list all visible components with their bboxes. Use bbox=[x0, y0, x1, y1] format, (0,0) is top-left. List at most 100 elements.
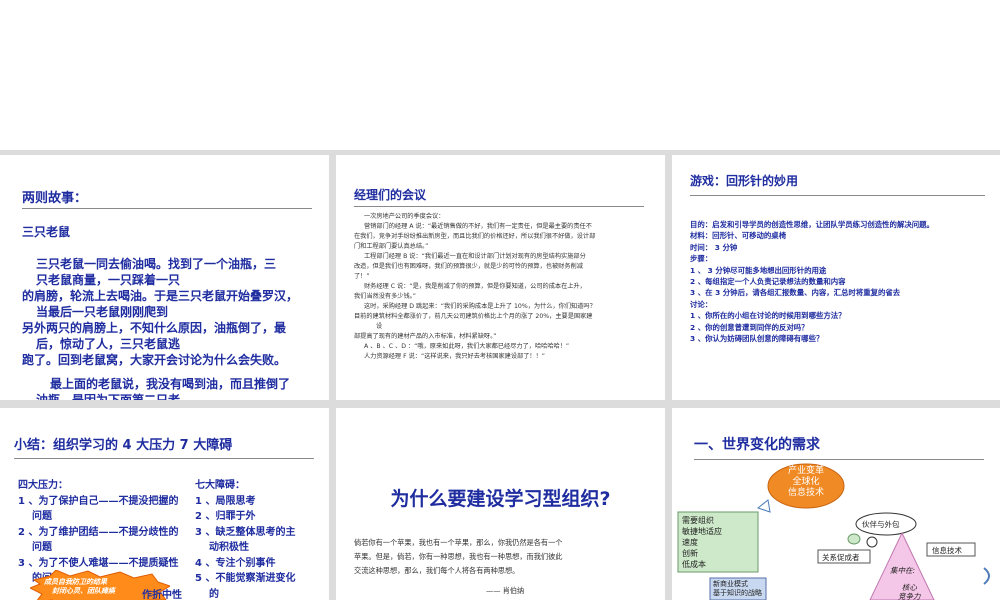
new-biz-line: 新商业模式 bbox=[713, 580, 748, 588]
quote-line: 倘若你有一个苹果，我也有一个苹果，那么，你我仍然是各有一个 bbox=[354, 538, 563, 547]
pressure-item: 3 、为了不使人难堪——不提质疑性 bbox=[18, 557, 179, 569]
pressures-heading: 四大压力： bbox=[18, 480, 68, 491]
quote-line: 交流这种思想，那么，我们每个人将各有两种思想。 bbox=[354, 566, 520, 575]
new-biz-label: 新商业模式 基于知识的战略 bbox=[713, 580, 762, 598]
focus-label: 集中在: bbox=[890, 566, 916, 575]
instruction-line: 步骤： bbox=[690, 254, 713, 264]
instruction-line: 时间： 3 分钟 bbox=[690, 242, 738, 252]
story-line: 的肩膀，轮流上去喝油。于是三只老鼠开始叠罗汉， bbox=[22, 289, 299, 303]
meeting-line: 门和工程部门要认真总结。” bbox=[354, 243, 429, 250]
meeting-line: 了！” bbox=[354, 273, 370, 280]
pressure-item: 问题 bbox=[32, 511, 52, 522]
world-change-diagram bbox=[677, 463, 990, 600]
barrier-item: 动积极性 bbox=[209, 542, 249, 553]
new-biz-line: 基于知识的战略 bbox=[713, 589, 762, 597]
story-line: 后，惊动了人，三只老鼠逃 bbox=[36, 337, 181, 351]
needs-item: 需要组织 bbox=[682, 516, 714, 525]
slide-thumbnail-paperclip-game[interactable]: 游戏：回形针的妙用 目的：启发和引导学员的创造性思维，让团队学员练习创造性的解决… bbox=[672, 155, 1000, 400]
burst-line: 封闭心灵、团队瘫痪 bbox=[52, 587, 115, 595]
slide-title: 小结：组织学习的 4 大压力 7 大障碍 bbox=[14, 438, 233, 453]
slide-thumbnail-why-learning-org[interactable]: 为什么要建设学习型组织? 倘若你有一个苹果，我也有一个苹果，那么，你我仍然是各有… bbox=[336, 408, 665, 600]
meeting-line: 这时，采购经理 D 跳起来：“我们的采购成本是上升了 10%，为什么，你们知道吗… bbox=[364, 303, 596, 310]
green-node bbox=[847, 533, 861, 545]
story-line: 只老鼠商量，一只踩着一只 bbox=[36, 273, 181, 287]
core-label: 核心 竞争力 bbox=[898, 583, 921, 600]
instruction-line: 3 、你认为妨碍团队创意的障碍有哪些？ bbox=[690, 334, 824, 344]
story-text: 三只老鼠一同去偷油喝。找到了一个油瓶，三 只老鼠商量，一只踩着一只 的肩膀，轮流… bbox=[22, 256, 322, 400]
relation-label: 关系促成者 bbox=[822, 553, 860, 562]
partner-label: 伙伴与外包 bbox=[862, 520, 900, 529]
partial-text: 作折中性 bbox=[142, 590, 182, 600]
meeting-text: 一次房地产公司的季度会议： 营销部门的经理 A 说：“最近销售做的不好，我们有一定… bbox=[354, 212, 654, 362]
pressure-item: 问题 bbox=[32, 542, 52, 553]
slide-title: 经理们的会议 bbox=[354, 188, 427, 202]
white-node bbox=[866, 536, 878, 548]
barrier-item: 的 bbox=[209, 588, 219, 600]
meeting-line: 营销部门的经理 A 说：“最近销售做的不好，我们有一定责任，但是最主要的责任不 bbox=[364, 223, 592, 230]
slide-thumbnail-two-stories[interactable]: 两则故事： 三只老鼠 三只老鼠一同去偷油喝。找到了一个油瓶，三 只老鼠商量，一只… bbox=[0, 155, 329, 400]
barriers-heading: 七大障碍： bbox=[195, 480, 245, 491]
curve-arrow-icon bbox=[983, 567, 990, 585]
slide-title: 两则故事： bbox=[22, 191, 88, 206]
story-line: 油瓶，是因为下面第二只老 bbox=[36, 393, 181, 400]
instruction-line: 1 、 3 分钟尽可能多地想出回形针的用途 bbox=[690, 265, 827, 275]
meeting-line: 部提高了现有的建材产品的入市标准，材料紧缺呀。” bbox=[354, 333, 497, 340]
needs-item: 敏捷地适应 bbox=[682, 527, 722, 536]
barriers-column: 七大障碍： 1 、局限思考 2 、归罪于外 3 、缺乏整体思考的主动积极性 4 、专注… bbox=[195, 478, 325, 600]
quote-line: 苹果。但是，倘若，你有一种思想，我也有一种思想，而我们彼此 bbox=[354, 552, 563, 561]
meeting-line: 人力资源经理 F 说：“这样说来，我只好去考核国家建设部了！！” bbox=[364, 353, 545, 360]
arrow-icon bbox=[756, 499, 771, 513]
barrier-item: 2 、归罪于外 bbox=[195, 511, 256, 522]
meeting-line: 一次房地产公司的季度会议： bbox=[364, 213, 445, 220]
title-divider bbox=[354, 206, 644, 207]
it-label: 信息技术 bbox=[932, 546, 962, 555]
meeting-line: 工程部门经理 B 说：“我们最近一直在和设计部门计划对现有的房型结构实施部分 bbox=[364, 253, 586, 260]
story-line: 另外两只的肩膀上，不知什么原因，油瓶倒了，最 bbox=[22, 321, 287, 335]
burst-line: 成员自我防卫的结果 bbox=[44, 578, 107, 586]
needs-list: 需要组织敏捷地适应速度创新低成本 bbox=[682, 515, 722, 570]
slide-title: 为什么要建设学习型组织? bbox=[390, 488, 611, 510]
meeting-line: 在我们，竞争对手纷纷推出新房型，而且比我们的价格还好，所以我们很不好做，设计部 bbox=[354, 233, 596, 240]
needs-item: 低成本 bbox=[682, 560, 706, 569]
slide-thumbnail-summary-pressures[interactable]: 小结：组织学习的 4 大压力 7 大障碍 四大压力： 1 、为了保护自己——不提… bbox=[0, 408, 329, 600]
title-divider bbox=[22, 208, 312, 209]
story-line: 最上面的老鼠说，我没有喝到油，而且推倒了 bbox=[50, 377, 291, 391]
barrier-item: 5 、不能觉察渐进变化 bbox=[195, 573, 296, 584]
meeting-line: 我们当然没有多少钱。” bbox=[354, 293, 416, 300]
core-line: 竞争力 bbox=[898, 592, 921, 600]
game-instructions: 目的：启发和引导学员的创造性思维，让团队学员练习创造性的解决问题。 材料：回形针、… bbox=[690, 219, 995, 344]
pressure-item: 1 、为了保护自己——不提没把握的 bbox=[18, 495, 179, 507]
burst-text: 成员自我防卫的结果 封闭心灵、团队瘫痪 bbox=[44, 578, 115, 596]
bubble-line: 产业变革 bbox=[787, 466, 824, 476]
instruction-line: 材料：回形针、可移动的桌椅 bbox=[690, 231, 787, 241]
story-line: 三只老鼠一同去偷油喝。找到了一个油瓶，三 bbox=[36, 257, 277, 271]
instruction-line: 讨论： bbox=[690, 299, 713, 309]
story-line: 跑了。回到老鼠窝，大家开会讨论为什么会失败。 bbox=[22, 353, 287, 367]
barrier-item: 4 、专注个别事件 bbox=[195, 557, 276, 569]
barrier-item: 3 、缺乏整体思考的主 bbox=[195, 526, 296, 538]
bubble-line: 信息技术 bbox=[787, 488, 824, 498]
bubble-line: 全球化 bbox=[792, 477, 820, 487]
meeting-line: 财务经理 C 说：“是，我是削减了你的预算，但是你要知道，公司的成本在上升， bbox=[364, 283, 586, 290]
slide-title: 游戏：回形针的妙用 bbox=[690, 174, 799, 188]
needs-item: 速度 bbox=[682, 538, 698, 547]
title-divider bbox=[14, 458, 314, 459]
barrier-item: 1 、局限思考 bbox=[195, 495, 256, 507]
slide-thumbnail-world-change[interactable]: 一、世界变化的需求 产业变革 全球化 信息技术 需要组织 敏捷地适应 速度 创新 低成本 伙… bbox=[672, 408, 1000, 600]
pressure-item: 2 、为了维护团结——不提分歧性的 bbox=[18, 526, 179, 538]
slide-thumbnail-managers-meeting[interactable]: 经理们的会议 一次房地产公司的季度会议： 营销部门的经理 A 说：“最近销售做的不… bbox=[336, 155, 665, 400]
core-line: 核心 bbox=[901, 583, 917, 592]
instruction-line: 2 、你的创意曾遭到同伴的反对吗？ bbox=[690, 322, 809, 332]
meeting-line: 目前的建筑材料全都涨价了，前几天公司建筑价格比上个月的涨了 20%，主要是国家建 bbox=[354, 313, 593, 320]
quote-text: 倘若你有一个苹果，我也有一个苹果，那么，你我仍然是各有一个 苹果。但是，倘若，你有… bbox=[354, 536, 654, 578]
bubble-text: 产业变革 全球化 信息技术 bbox=[772, 466, 840, 499]
quote-author: —— 肖伯纳 bbox=[486, 586, 525, 595]
meeting-line: 改造，但是我们也有困难呀，我们的预算很少，就是少的可怜的预算，也被财务削减 bbox=[354, 263, 583, 270]
instruction-line: 1 、你所在的小组在讨论的时候用到哪些方法？ bbox=[690, 311, 846, 321]
instruction-line: 3 、在 3 分钟后，请各组汇报数量、内容，汇总时将重复的省去 bbox=[690, 288, 901, 298]
top-blank-area bbox=[0, 0, 1000, 150]
meeting-line: A 、B 、C 、D ：“哦，原来如此呀，我们大家都已经尽力了，哈哈哈哈！” bbox=[364, 343, 570, 350]
story-line: 当最后一只老鼠刚刚爬到 bbox=[36, 305, 169, 319]
needs-item: 创新 bbox=[682, 549, 698, 558]
instruction-line: 目的：启发和引导学员的创造性思维，让团队学员练习创造性的解决问题。 bbox=[690, 220, 934, 229]
